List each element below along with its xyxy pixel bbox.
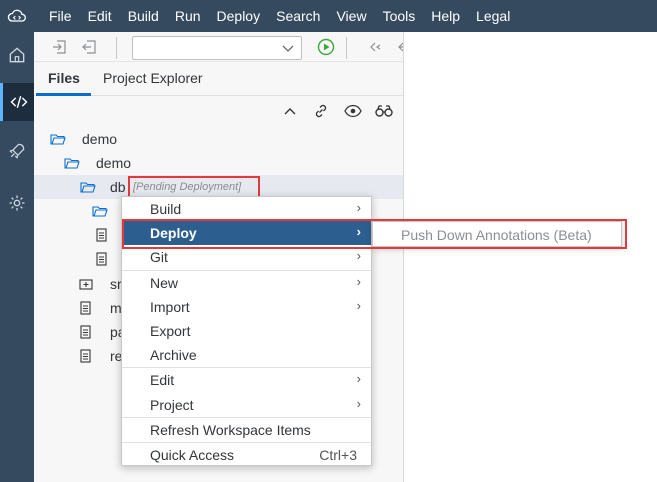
menu-item-export[interactable]: Export (122, 319, 371, 343)
collapse-all-icon[interactable] (281, 102, 299, 120)
menu-item-archive[interactable]: Archive (122, 343, 371, 367)
home-icon[interactable] (0, 36, 34, 74)
menu-help[interactable]: Help (423, 0, 468, 32)
link-icon[interactable] (312, 102, 330, 120)
file-icon (78, 348, 94, 364)
run-icon[interactable] (317, 38, 335, 56)
folder-open-icon (80, 179, 96, 195)
tab-files[interactable]: Files (48, 70, 80, 86)
settings-icon[interactable] (0, 184, 34, 222)
menu-file[interactable]: File (41, 0, 80, 32)
chevron-right-icon: › (356, 371, 361, 386)
file-icon (78, 324, 94, 340)
package-icon (78, 276, 94, 292)
editor-area (403, 32, 657, 482)
file-icon (94, 251, 110, 267)
menu-run[interactable]: Run (167, 0, 209, 32)
menu-view[interactable]: View (328, 0, 374, 32)
menu-search[interactable]: Search (268, 0, 328, 32)
file-icon (78, 300, 94, 316)
active-tab-indicator (36, 93, 91, 96)
menu-item-new[interactable]: New › (122, 271, 371, 295)
menu-tools[interactable]: Tools (375, 0, 424, 32)
folder-open-icon (64, 155, 80, 171)
file-icon (94, 227, 110, 243)
menu-deploy[interactable]: Deploy (209, 0, 269, 32)
code-icon[interactable] (0, 83, 34, 121)
toolbar (34, 32, 411, 62)
tree-item-label: demo (82, 131, 118, 147)
menu-edit[interactable]: Edit (80, 0, 120, 32)
export-icon[interactable] (80, 38, 98, 56)
menu-item-refresh-workspace[interactable]: Refresh Workspace Items (122, 418, 371, 442)
binoculars-icon[interactable] (375, 102, 393, 120)
chevron-right-icon: › (356, 248, 361, 263)
menu-legal[interactable]: Legal (468, 0, 518, 32)
chevron-down-icon (281, 41, 295, 58)
tree-item-label: m (110, 300, 122, 316)
menu-item-import[interactable]: Import › (122, 295, 371, 319)
menu-item-edit[interactable]: Edit › (122, 368, 371, 392)
menubar: File Edit Build Run Deploy Search View T… (34, 0, 657, 32)
activity-bar (0, 0, 34, 482)
menu-build[interactable]: Build (120, 0, 167, 32)
cloud-logo-icon (0, 0, 34, 32)
menu-item-build[interactable]: Build › (122, 197, 371, 221)
pane-toolbar (271, 102, 393, 122)
import-icon[interactable] (50, 38, 68, 56)
chevron-right-icon: › (356, 274, 361, 289)
chevron-right-icon: › (356, 298, 361, 313)
highlight-deploy-menu (122, 219, 627, 249)
eye-icon[interactable] (344, 102, 362, 120)
highlight-pending-deployment (128, 176, 260, 198)
menu-item-project[interactable]: Project › (122, 393, 371, 417)
tree-item-demo-root[interactable]: demo (34, 127, 403, 151)
shortcut-label: Ctrl+3 (319, 447, 357, 463)
chevron-right-icon: › (356, 396, 361, 411)
tree-item-demo[interactable]: demo (34, 151, 403, 175)
folder-open-icon (92, 203, 108, 219)
folder-open-icon (50, 131, 66, 147)
pane-tabs: Files Project Explorer (34, 62, 403, 96)
chevron-right-icon: › (356, 200, 361, 215)
toolbar-divider (346, 37, 347, 59)
menu-item-quick-access[interactable]: Quick Access Ctrl+3 (122, 443, 371, 467)
toolbar-divider (116, 37, 117, 59)
tab-project-explorer[interactable]: Project Explorer (103, 70, 203, 86)
rocket-icon[interactable] (0, 132, 34, 170)
collapse-arrows-icon[interactable] (366, 38, 384, 56)
tree-item-label: db (110, 179, 126, 195)
tree-item-label: demo (96, 155, 132, 171)
run-config-select[interactable] (132, 36, 302, 60)
tree-item-label: sr (110, 276, 122, 292)
